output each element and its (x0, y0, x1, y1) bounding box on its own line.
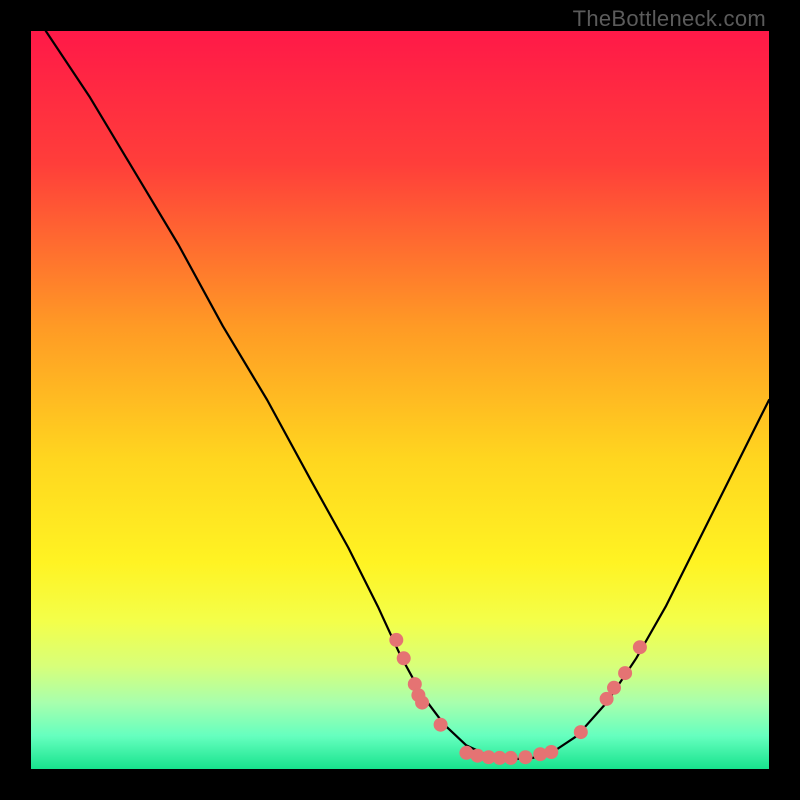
scatter-dot (389, 633, 403, 647)
scatter-dot (607, 681, 621, 695)
scatter-dot (415, 696, 429, 710)
plot-area (31, 31, 769, 769)
scatter-dot (504, 751, 518, 765)
scatter-dot (434, 718, 448, 732)
chart-stage: TheBottleneck.com (0, 0, 800, 800)
scatter-dot (397, 651, 411, 665)
scatter-dot (574, 725, 588, 739)
scatter-dot (544, 745, 558, 759)
scatter-dots (31, 31, 769, 769)
scatter-dot (519, 750, 533, 764)
scatter-dot (618, 666, 632, 680)
watermark-text: TheBottleneck.com (573, 6, 766, 32)
scatter-dot (633, 640, 647, 654)
